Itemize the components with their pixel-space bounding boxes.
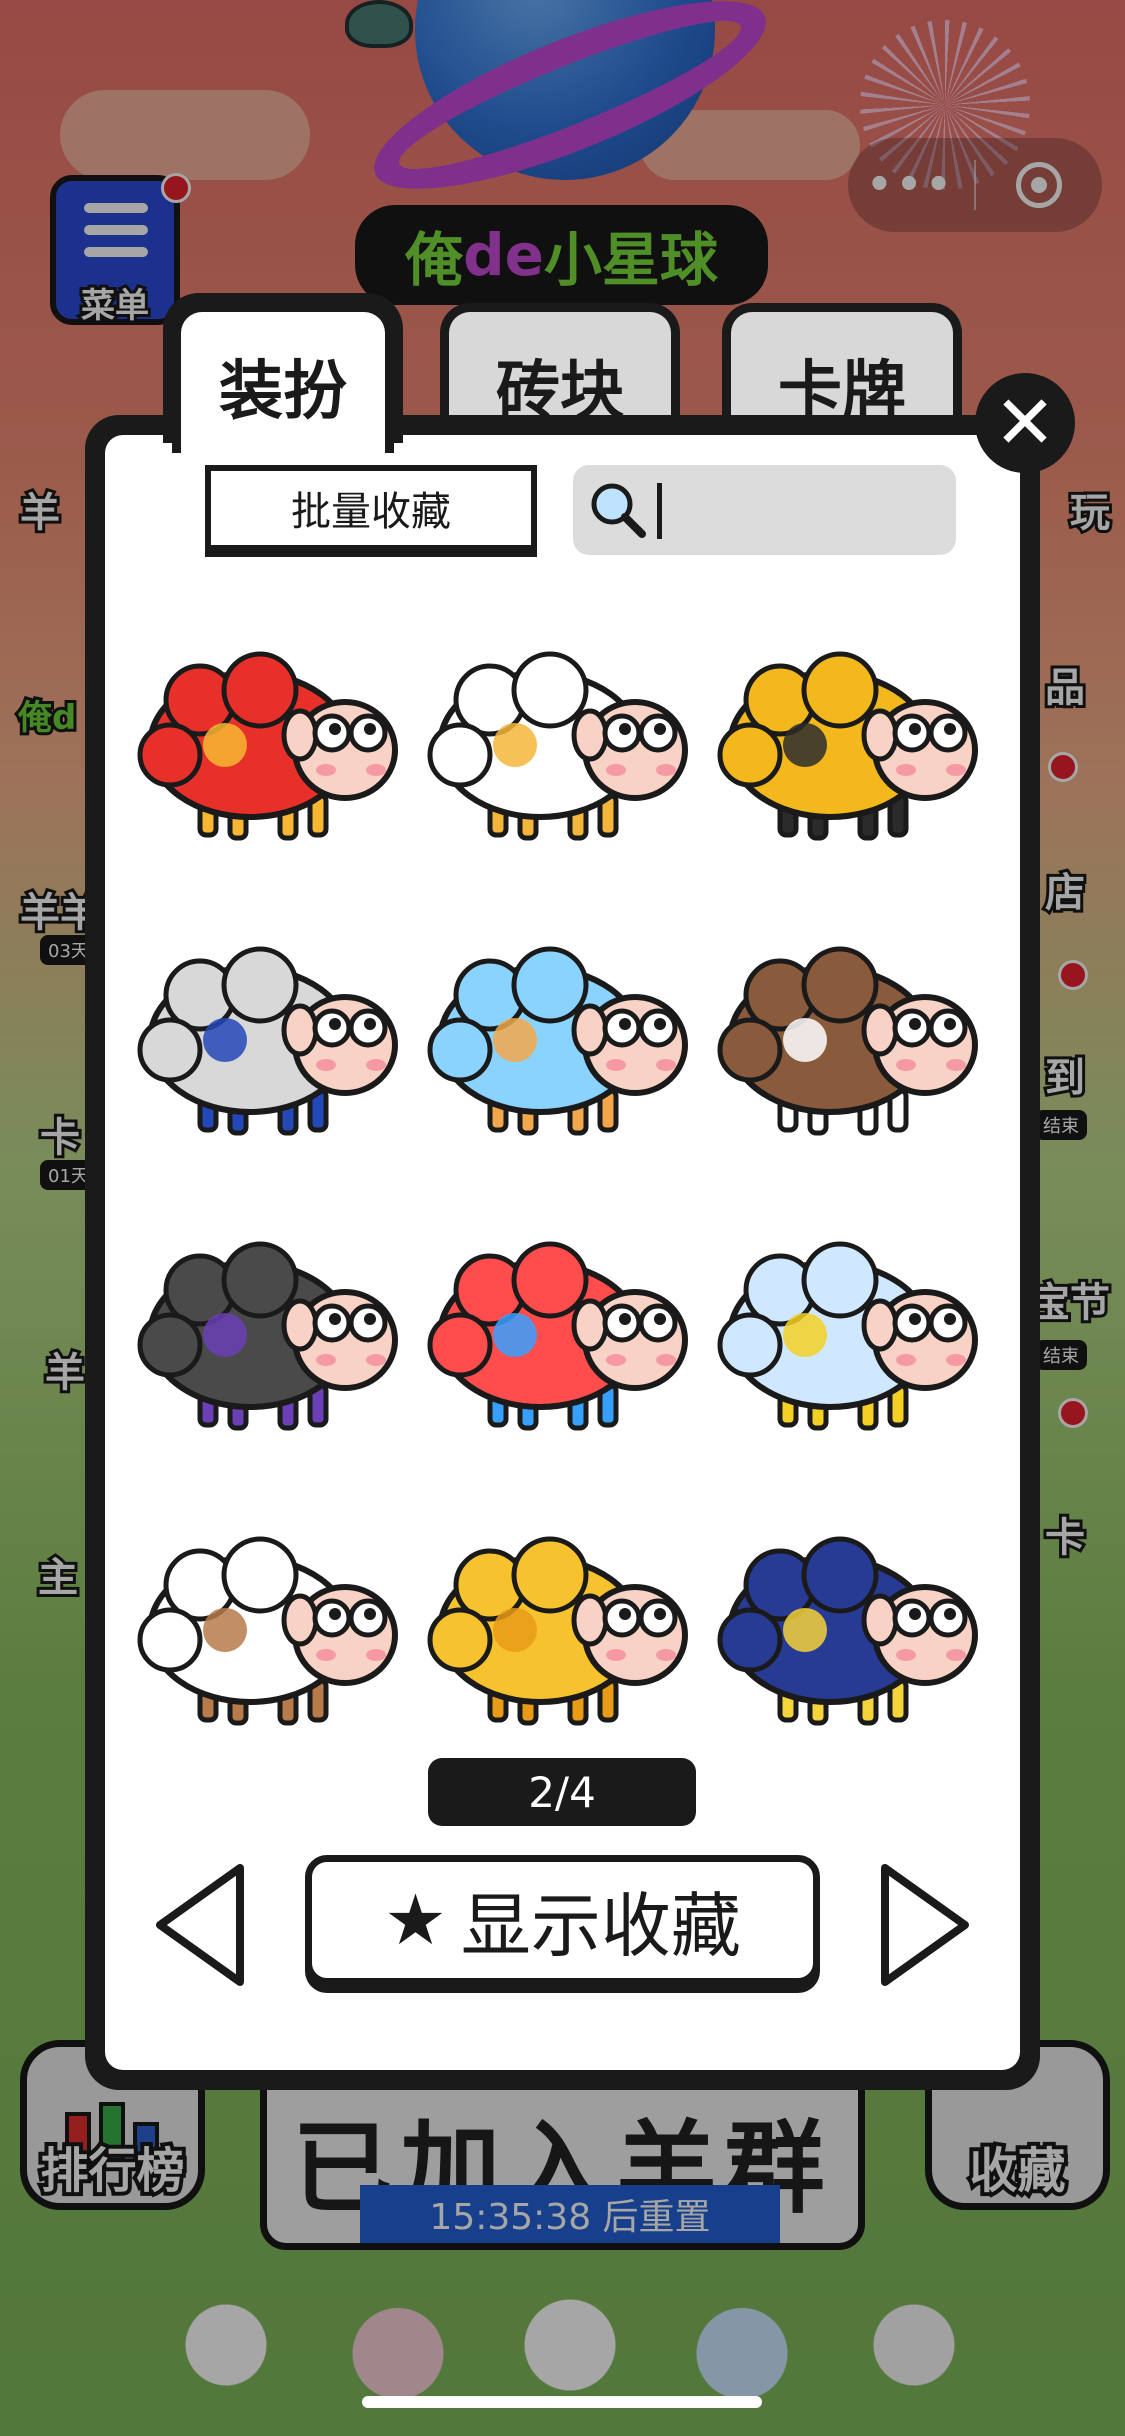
astronaut-sheep-icon [137,946,398,1136]
excavator-sheep[interactable] [710,595,990,875]
night-sky-sheep[interactable] [710,1480,990,1760]
dessert-sheep[interactable] [130,1480,410,1760]
next-arrow-icon[interactable] [875,1860,975,1990]
crane-sheep[interactable] [420,595,700,875]
honey-sheep[interactable] [420,1480,700,1760]
detective-sheep[interactable] [710,890,990,1170]
mushroom-sheep[interactable] [130,595,410,875]
prev-arrow-icon[interactable] [150,1860,250,1990]
page-indicator: 2/4 [428,1758,696,1826]
crane-sheep-icon [427,651,688,841]
excavator-sheep-icon [717,651,978,841]
search-icon [591,483,646,538]
night-sky-sheep-icon [717,1536,978,1726]
text-caret [657,483,662,539]
show-favorites-label: 显示收藏 [460,1884,741,1967]
tab-label: 装扮 [219,355,347,429]
cloud-sheep-icon [717,1241,978,1431]
beach-sheep-icon [427,946,688,1136]
close-icon: ✕ [993,380,1056,466]
dessert-sheep-icon [137,1536,398,1726]
cloud-sheep[interactable] [710,1185,990,1465]
rainbow-sheep-icon [427,1241,688,1431]
beach-sheep[interactable] [420,890,700,1170]
magician-sheep[interactable] [130,1185,410,1465]
magician-sheep-icon [137,1241,398,1431]
close-button[interactable]: ✕ [975,373,1075,473]
astronaut-sheep[interactable] [130,890,410,1170]
show-favorites-button[interactable]: ★ 显示收藏 [305,1855,820,1985]
honey-sheep-icon [427,1536,688,1726]
batch-favorite-button[interactable]: 批量收藏 [205,465,537,551]
home-indicator [362,2396,762,2408]
mushroom-sheep-icon [137,651,398,841]
rainbow-sheep[interactable] [420,1185,700,1465]
star-icon: ★ [384,1879,447,1961]
tab-outfit[interactable]: 装扮 [172,303,394,453]
search-input[interactable] [573,465,956,555]
detective-sheep-icon [717,946,978,1136]
